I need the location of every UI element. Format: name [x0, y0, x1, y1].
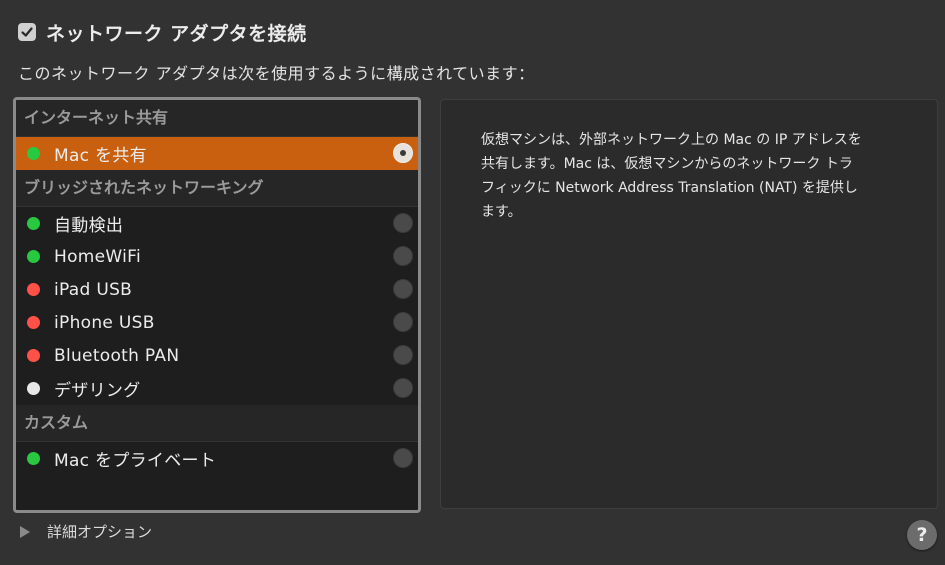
list-item-label: デザリング — [54, 381, 141, 401]
description-panel: 仮想マシンは、外部ネットワーク上の Mac の IP アドレスを 共有します。M… — [440, 99, 938, 509]
list-item-label: iPad USB — [54, 279, 133, 300]
radio-button[interactable] — [393, 246, 413, 266]
help-button[interactable]: ? — [907, 520, 937, 550]
list-item-label: iPhone USB — [54, 312, 155, 333]
list-item-label: 自動検出 — [54, 216, 124, 236]
status-dot-icon — [27, 250, 40, 263]
status-dot-icon — [27, 349, 40, 362]
network-source-list[interactable]: インターネット共有 Mac を共有 ブリッジされたネットワーキング 自動検出 H… — [13, 97, 421, 513]
adapter-config-description: このネットワーク アダプタは次を使用するように構成されています： — [18, 64, 535, 83]
description-line: 共有します。Mac は、仮想マシンからのネットワーク トラ — [481, 156, 853, 172]
radio-button[interactable] — [393, 279, 413, 299]
status-dot-icon — [27, 283, 40, 296]
list-item-iphone-usb[interactable]: iPhone USB — [16, 306, 418, 339]
list-item-homewifi[interactable]: HomeWiFi — [16, 240, 418, 273]
list-item-tethering[interactable]: デザリング — [16, 372, 418, 405]
list-item-label: Mac を共有 — [54, 146, 147, 166]
section-header-bridged-networking: ブリッジされたネットワーキング — [16, 170, 418, 207]
advanced-options-disclosure[interactable]: 詳細オプション — [20, 521, 152, 542]
status-dot-icon — [27, 382, 40, 395]
connect-adapter-row[interactable]: ネットワーク アダプタを接続 — [18, 19, 307, 46]
list-item-share-with-mac[interactable]: Mac を共有 — [16, 137, 418, 170]
radio-button-selected[interactable] — [393, 143, 413, 163]
disclosure-triangle-icon[interactable] — [20, 525, 30, 538]
section-header-internet-sharing: インターネット共有 — [16, 100, 418, 137]
list-item-autodetect[interactable]: 自動検出 — [16, 207, 418, 240]
status-dot-icon — [27, 217, 40, 230]
advanced-options-label[interactable]: 詳細オプション — [47, 521, 152, 542]
connect-adapter-label[interactable]: ネットワーク アダプタを接続 — [46, 19, 307, 46]
description-line: ます。 — [481, 204, 522, 220]
list-item-label: HomeWiFi — [54, 246, 142, 267]
list-item-label: Bluetooth PAN — [54, 345, 180, 366]
radio-button[interactable] — [393, 312, 413, 332]
radio-button[interactable] — [393, 213, 413, 233]
status-dot-icon — [27, 147, 40, 160]
description-text: 仮想マシンは、外部ネットワーク上の Mac の IP アドレスを 共有します。M… — [481, 128, 921, 224]
connect-adapter-checkbox[interactable] — [18, 23, 36, 41]
description-line: フィックに Network Address Translation (NAT) … — [481, 180, 858, 196]
radio-button[interactable] — [393, 378, 413, 398]
list-item-label: Mac をプライベート — [54, 451, 217, 471]
checkmark-icon — [21, 27, 33, 37]
status-dot-icon — [27, 316, 40, 329]
section-header-custom: カスタム — [16, 405, 418, 442]
radio-button[interactable] — [393, 448, 413, 468]
status-dot-icon — [27, 452, 40, 465]
description-line: 仮想マシンは、外部ネットワーク上の Mac の IP アドレスを — [481, 132, 862, 148]
list-item-ipad-usb[interactable]: iPad USB — [16, 273, 418, 306]
radio-button[interactable] — [393, 345, 413, 365]
list-item-bluetooth-pan[interactable]: Bluetooth PAN — [16, 339, 418, 372]
list-item-private-to-mac[interactable]: Mac をプライベート — [16, 442, 418, 475]
